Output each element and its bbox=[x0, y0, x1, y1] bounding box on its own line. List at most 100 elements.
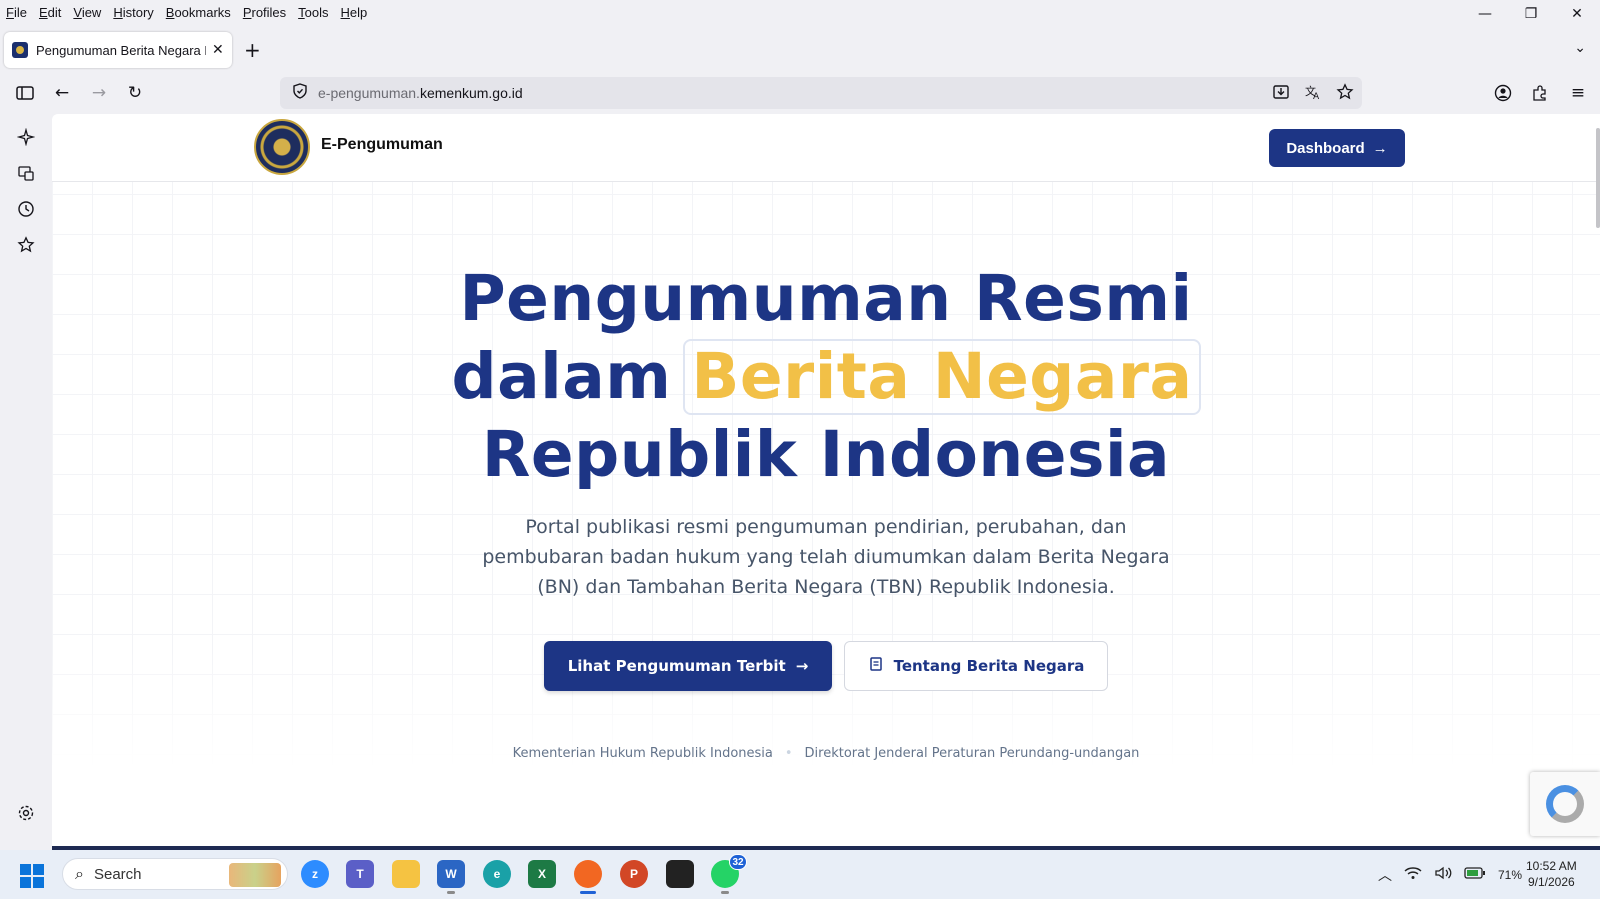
restore-button[interactable]: ❐ bbox=[1508, 0, 1554, 28]
url-bar-actions: 文A bbox=[1272, 83, 1354, 105]
search-highlight-image bbox=[229, 863, 281, 887]
ministry-name: Kementerian Hukum Republik Indonesia bbox=[512, 746, 773, 761]
star-icon[interactable] bbox=[1336, 83, 1354, 105]
hero-line-2: dalam Berita Negara bbox=[52, 338, 1600, 416]
subtitle-line-3: (BN) dan Tambahan Berita Negara (TBN) Re… bbox=[537, 576, 1115, 598]
menu-view[interactable]: View bbox=[73, 5, 101, 20]
windows-start-icon[interactable] bbox=[20, 864, 44, 888]
site-brand[interactable]: E-Pengumuman bbox=[321, 136, 443, 154]
browser-sidebar bbox=[0, 114, 52, 849]
separator-dot: • bbox=[784, 746, 793, 761]
hero-actions: Lihat Pengumuman Terbit → Tentang Berita… bbox=[52, 641, 1600, 691]
subtitle-line-1: Portal publikasi resmi pengumuman pendir… bbox=[525, 516, 1127, 538]
system-tray: ︿ 71% bbox=[1378, 850, 1522, 899]
url-prefix: e-pengumuman. bbox=[318, 85, 420, 101]
tab-strip: Pengumuman Berita Negara RI ✕ + ⌄ bbox=[0, 26, 1600, 70]
recaptcha-badge[interactable] bbox=[1530, 772, 1600, 836]
tab-close-icon[interactable]: ✕ bbox=[212, 42, 224, 58]
clock-time: 10:52 AM bbox=[1526, 859, 1577, 873]
menu-edit[interactable]: Edit bbox=[39, 5, 61, 20]
new-tab-button[interactable]: + bbox=[244, 38, 261, 62]
whatsapp-icon[interactable]: 32 bbox=[711, 854, 747, 894]
shield-icon[interactable] bbox=[292, 83, 308, 103]
powerpoint-icon[interactable]: P bbox=[620, 860, 648, 888]
hero-subtitle: Portal publikasi resmi pengumuman pendir… bbox=[52, 512, 1600, 602]
menu-history[interactable]: History bbox=[113, 5, 153, 20]
sidebar-toggle-icon[interactable] bbox=[12, 80, 38, 106]
arrow-right-icon: → bbox=[1372, 139, 1388, 157]
hero-line-1: Pengumuman Resmi bbox=[459, 262, 1193, 335]
save-to-pocket-icon[interactable] bbox=[1272, 83, 1290, 105]
search-label: Search bbox=[93, 865, 142, 883]
dashboard-label: Dashboard bbox=[1286, 139, 1365, 157]
volume-icon[interactable] bbox=[1434, 866, 1452, 884]
synced-tabs-icon[interactable] bbox=[15, 162, 37, 184]
page-scrollbar[interactable] bbox=[1596, 128, 1600, 228]
dashboard-button[interactable]: Dashboard → bbox=[1269, 129, 1405, 167]
url-text: e-pengumuman.kemenkum.go.id bbox=[318, 85, 523, 101]
navigation-bar: ← → ↻ e-pengumuman.kemenkum.go.id 文A ≡ bbox=[0, 72, 1600, 114]
word-icon[interactable]: W bbox=[437, 860, 465, 894]
arrow-right-icon: → bbox=[795, 657, 809, 675]
system-clock[interactable]: 10:52 AM 9/1/2026 bbox=[1526, 858, 1577, 890]
chevron-up-icon[interactable]: ︿ bbox=[1378, 865, 1392, 885]
hero-line-3: Republik Indonesia bbox=[481, 418, 1171, 491]
hamburger-menu-icon[interactable]: ≡ bbox=[1565, 80, 1591, 106]
hero-highlight: Berita Negara bbox=[683, 339, 1201, 415]
tab-title: Pengumuman Berita Negara RI bbox=[36, 42, 206, 58]
translate-icon[interactable]: 文A bbox=[1304, 83, 1322, 105]
menu-file[interactable]: File bbox=[6, 5, 27, 20]
back-arrow-icon[interactable]: ← bbox=[49, 80, 75, 106]
wifi-icon[interactable] bbox=[1404, 866, 1422, 884]
sticky-notes-icon[interactable] bbox=[666, 860, 694, 888]
whatsapp-badge: 32 bbox=[729, 854, 747, 870]
hero-footer: Kementerian Hukum Republik Indonesia • Dir… bbox=[52, 746, 1600, 761]
tab-active[interactable]: Pengumuman Berita Negara RI ✕ bbox=[4, 32, 232, 68]
url-bar[interactable]: e-pengumuman.kemenkum.go.id 文A bbox=[280, 77, 1362, 109]
menu-profiles[interactable]: Profiles bbox=[243, 5, 286, 20]
menu-tools[interactable]: Tools bbox=[298, 5, 328, 20]
excel-icon[interactable]: X bbox=[528, 860, 556, 888]
gear-icon[interactable] bbox=[15, 802, 37, 824]
tab-list-chevron-icon[interactable]: ⌄ bbox=[1574, 40, 1586, 56]
window-controls: — ❐ ✕ bbox=[1462, 0, 1600, 28]
view-announcements-button[interactable]: Lihat Pengumuman Terbit → bbox=[544, 641, 832, 691]
page-content: E-Pengumuman Dashboard → Pengumuman Resm… bbox=[52, 114, 1600, 849]
file-explorer-icon[interactable] bbox=[392, 860, 420, 888]
ai-chat-icon[interactable] bbox=[15, 126, 37, 148]
extensions-icon[interactable] bbox=[1527, 80, 1553, 106]
battery-icon[interactable] bbox=[1464, 866, 1486, 884]
taskbar-search[interactable]: ⌕ Search bbox=[62, 858, 288, 890]
url-domain: kemenkum.go.id bbox=[419, 85, 523, 101]
svg-text:A: A bbox=[1313, 92, 1320, 101]
edge-icon[interactable]: e bbox=[483, 860, 511, 888]
directorate-name: Direktorat Jenderal Peraturan Perundang-… bbox=[804, 746, 1140, 761]
subtitle-line-2: pembubaran badan hukum yang telah diumum… bbox=[482, 546, 1170, 568]
forward-arrow-icon[interactable]: → bbox=[86, 80, 112, 106]
menu-help[interactable]: Help bbox=[341, 5, 368, 20]
view-announcements-label: Lihat Pengumuman Terbit bbox=[567, 657, 786, 675]
e-pengumuman-logo[interactable] bbox=[254, 119, 310, 175]
scroll-icon bbox=[868, 656, 884, 676]
firefox-icon[interactable] bbox=[574, 860, 602, 894]
bookmarks-icon[interactable] bbox=[15, 234, 37, 256]
site-header: E-Pengumuman Dashboard → bbox=[52, 114, 1600, 182]
about-berita-negara-button[interactable]: Tentang Berita Negara bbox=[844, 641, 1108, 691]
minimize-button[interactable]: — bbox=[1462, 0, 1508, 28]
about-berita-negara-label: Tentang Berita Negara bbox=[893, 657, 1085, 675]
zoom-icon[interactable]: z bbox=[301, 860, 329, 888]
reload-icon[interactable]: ↻ bbox=[122, 80, 148, 106]
site-favicon-icon bbox=[12, 42, 28, 58]
hero-heading: Pengumuman Resmi dalam Berita Negara Repu… bbox=[52, 260, 1600, 494]
windows-taskbar: ⌕ Search z T W e X P 32 ︿ 71% 10:52 AM 9… bbox=[0, 850, 1600, 899]
battery-percent: 71% bbox=[1498, 867, 1523, 882]
hero-line-2-prefix: dalam bbox=[451, 340, 672, 413]
menu-bookmarks[interactable]: Bookmarks bbox=[166, 5, 231, 20]
search-icon: ⌕ bbox=[75, 864, 84, 883]
close-window-button[interactable]: ✕ bbox=[1554, 0, 1600, 28]
history-icon[interactable] bbox=[15, 198, 37, 220]
account-icon[interactable] bbox=[1490, 80, 1516, 106]
menu-bar: File Edit View History Bookmarks Profile… bbox=[0, 0, 1600, 24]
teams-icon[interactable]: T bbox=[346, 860, 374, 888]
clock-date: 9/1/2026 bbox=[1527, 875, 1575, 889]
